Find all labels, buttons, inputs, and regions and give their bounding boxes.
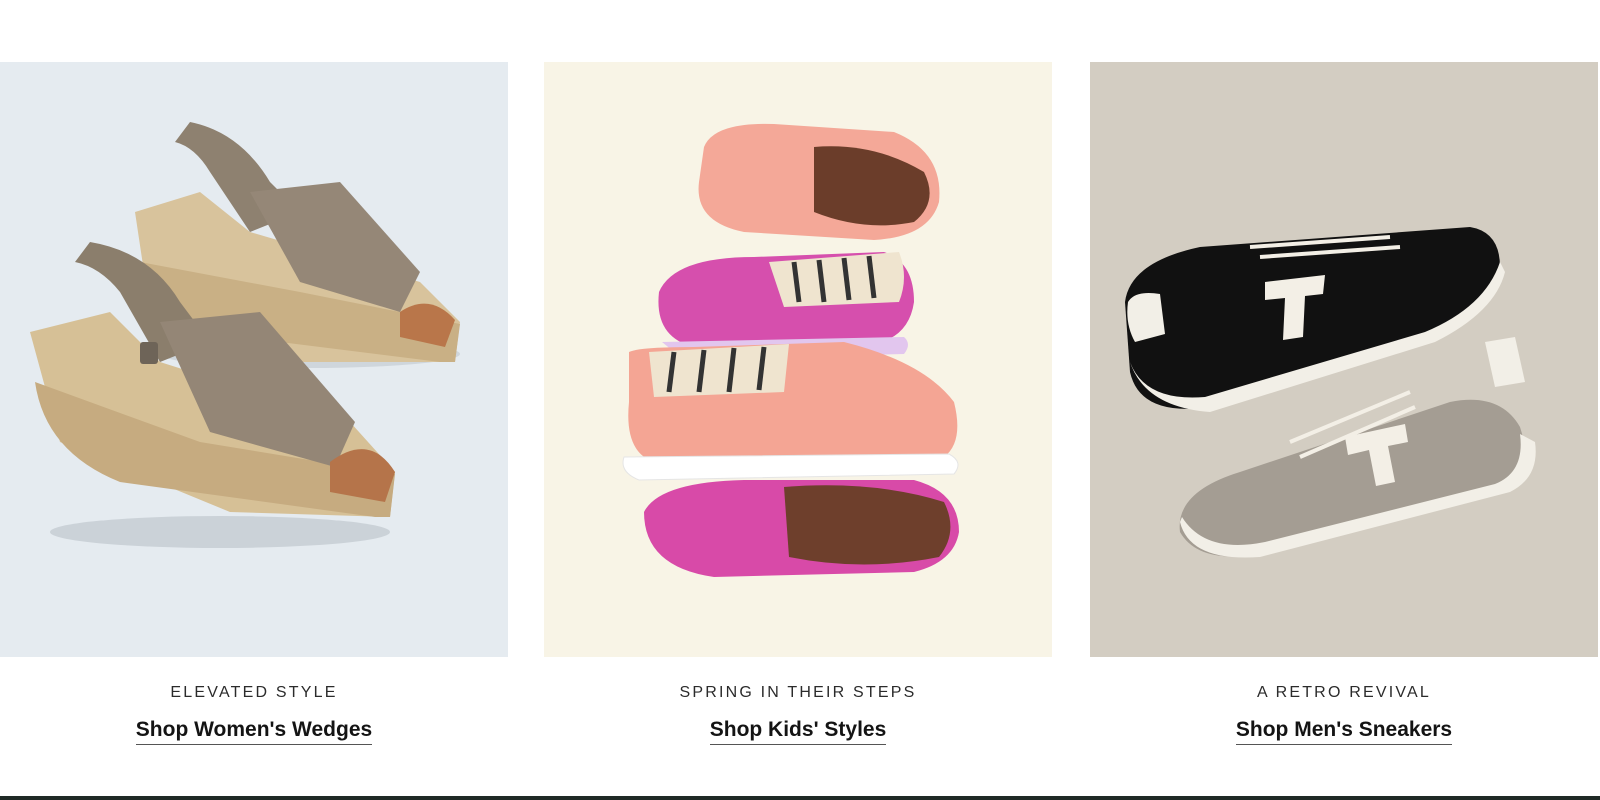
promo-eyebrow: A RETRO REVIVAL [1256,684,1432,701]
promo-caption: A RETRO REVIVAL Shop Men's Sneakers [1090,683,1598,745]
kids-slip-on-shoes-photo[interactable] [544,62,1052,657]
promo-tile-mens-sneakers[interactable]: A RETRO REVIVAL Shop Men's Sneakers [1090,62,1598,782]
mens-sneakers-photo[interactable] [1090,62,1598,657]
womens-wedge-sandals-illustration [0,62,508,657]
promo-eyebrow: ELEVATED STYLE [170,684,338,701]
shop-womens-wedges-link[interactable]: Shop Women's Wedges [135,717,373,745]
shop-kids-styles-link[interactable]: Shop Kids' Styles [709,717,887,745]
promo-tile-womens-wedges[interactable]: ELEVATED STYLE Shop Women's Wedges [0,62,508,782]
footer-bar [0,796,1600,800]
shop-mens-sneakers-link[interactable]: Shop Men's Sneakers [1235,717,1453,745]
promo-grid: ELEVATED STYLE Shop Women's Wedges SPRIN… [0,62,1600,782]
kids-slip-on-shoes-illustration [544,62,1052,657]
promo-caption: ELEVATED STYLE Shop Women's Wedges [0,683,508,745]
promo-tile-kids-styles[interactable]: SPRING IN THEIR STEPS Shop Kids' Styles [544,62,1052,782]
mens-sneakers-illustration [1090,62,1598,657]
womens-wedge-sandals-photo[interactable] [0,62,508,657]
promo-eyebrow: SPRING IN THEIR STEPS [679,684,917,701]
promo-caption: SPRING IN THEIR STEPS Shop Kids' Styles [544,683,1052,745]
